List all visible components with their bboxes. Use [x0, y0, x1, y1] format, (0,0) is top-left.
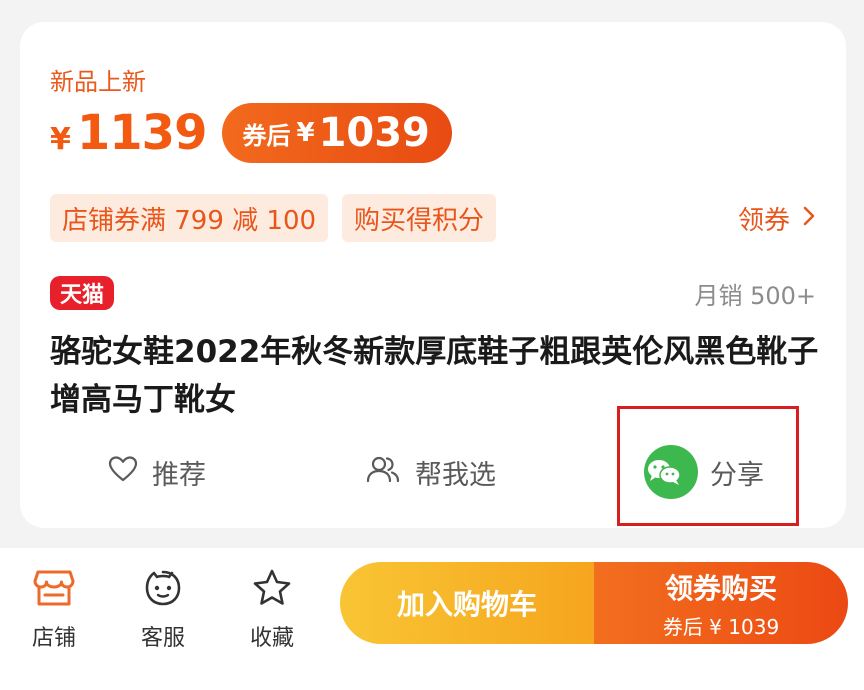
shop-label: 店铺: [31, 626, 76, 651]
add-to-cart-button[interactable]: 加入购物车: [340, 562, 594, 644]
buy-with-coupon-label: 领券购买: [664, 571, 777, 605]
help-choose-button[interactable]: 帮我选: [365, 447, 496, 497]
favorite-label: 收藏: [249, 626, 294, 651]
new-arrival-tag: 新品上新: [50, 68, 146, 96]
service-nav-button[interactable]: 客服: [123, 566, 203, 656]
buy-with-coupon-button[interactable]: 领券购买 券后 ¥ 1039: [594, 562, 848, 644]
get-coupon-label: 领券: [737, 206, 790, 236]
coupon-price-value: 1039: [318, 110, 430, 156]
promo-points[interactable]: 购买得积分: [342, 194, 497, 242]
tmall-badge: 天猫: [50, 276, 115, 310]
service-icon: [143, 566, 183, 610]
buy-coupon-price: 券后 ¥ 1039: [662, 614, 780, 639]
favorite-nav-button[interactable]: 收藏: [232, 566, 312, 656]
star-icon: [252, 566, 292, 610]
people-icon: [365, 455, 415, 490]
share-highlight-box: [617, 406, 799, 526]
price-row: ¥ 1139 券后 ¥ 1039: [50, 102, 452, 164]
purchase-buttons: 加入购物车 领券购买 券后 ¥ 1039: [340, 562, 848, 644]
price-value: 1139: [76, 105, 208, 161]
original-price: ¥ 1139: [50, 105, 208, 161]
chevron-right-icon: [802, 205, 816, 233]
shop-nav-button[interactable]: 店铺: [14, 566, 94, 656]
get-coupon-link[interactable]: 领券: [738, 200, 816, 237]
recommend-label: 推荐: [152, 459, 206, 491]
coupon-price-badge: 券后 ¥ 1039: [222, 103, 452, 163]
help-choose-label: 帮我选: [415, 459, 496, 491]
heart-icon: [108, 455, 152, 490]
promo-store-coupon[interactable]: 店铺券满 799 减 100: [50, 194, 329, 242]
price-currency: ¥: [50, 122, 71, 157]
coupon-price-currency: ¥: [296, 118, 315, 148]
recommend-button[interactable]: 推荐: [108, 447, 206, 497]
promo-row: 店铺券满 799 减 100 购买得积分: [50, 194, 510, 242]
bottom-action-bar: 店铺 客服 收藏 加入购物车 领券购买 券后 ¥ 1039: [0, 548, 864, 690]
monthly-sales: 月销 500+: [694, 282, 816, 310]
shop-icon: [33, 566, 75, 610]
service-label: 客服: [140, 626, 185, 651]
coupon-price-label: 券后: [242, 121, 291, 150]
